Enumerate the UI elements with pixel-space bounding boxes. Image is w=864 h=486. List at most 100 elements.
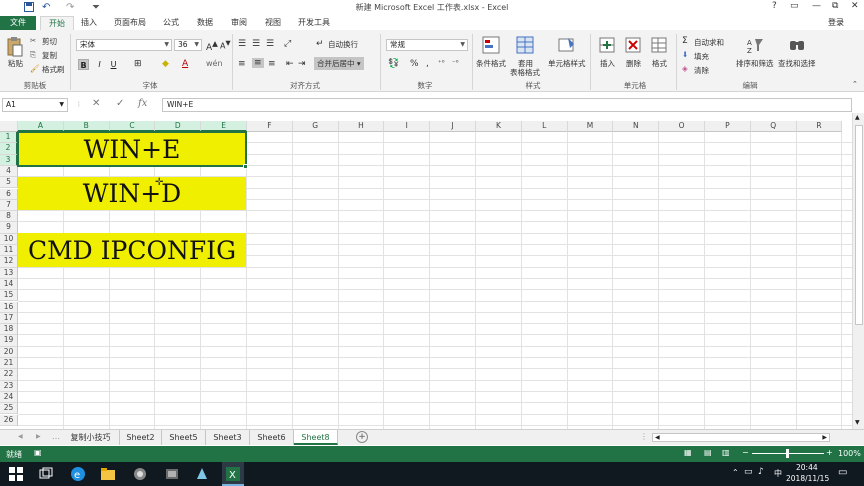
- cut-icon[interactable]: ✂: [30, 36, 36, 45]
- column-header[interactable]: J: [430, 121, 476, 132]
- next-sheet-icon[interactable]: ▶: [36, 433, 41, 440]
- name-box[interactable]: A1 ▼: [2, 98, 68, 112]
- row-header[interactable]: 24: [0, 391, 18, 404]
- align-center-icon[interactable]: ≡: [252, 58, 264, 68]
- task-view-icon[interactable]: [38, 466, 54, 482]
- column-header[interactable]: L: [521, 121, 568, 132]
- currency-icon[interactable]: 💱: [388, 59, 399, 69]
- orientation-icon[interactable]: ⤢: [284, 39, 291, 49]
- delete-cells-icon[interactable]: [624, 36, 642, 54]
- bold-button[interactable]: B: [78, 59, 89, 70]
- copy-icon[interactable]: ⎘: [30, 50, 36, 60]
- percent-button[interactable]: %: [410, 59, 419, 69]
- column-header[interactable]: M: [567, 121, 614, 132]
- clock-date[interactable]: 2018/11/15: [786, 474, 829, 483]
- delete-button[interactable]: 删除: [626, 58, 641, 69]
- sheet-tab[interactable]: Sheet6: [250, 430, 294, 445]
- row-header[interactable]: 12: [0, 256, 18, 268]
- table-format-button-line2[interactable]: 表格格式: [510, 67, 540, 78]
- row-header[interactable]: 14: [0, 278, 18, 291]
- splitter-icon[interactable]: ⋮: [640, 432, 648, 441]
- restore-button[interactable]: ⧉: [832, 1, 838, 11]
- scroll-right-icon[interactable]: ▶: [822, 434, 827, 441]
- sheet-tab[interactable]: 复制小技巧: [62, 430, 120, 445]
- cell-cmd-ipconfig[interactable]: CMD IPCONFIG: [18, 234, 246, 267]
- sort-filter-icon[interactable]: AZ: [746, 36, 764, 55]
- merge-center-button[interactable]: 合并后居中 ▾: [314, 57, 364, 70]
- column-header[interactable]: P: [705, 121, 751, 132]
- insert-function-button[interactable]: fx: [138, 98, 147, 109]
- comma-button[interactable]: ,: [426, 59, 429, 69]
- column-header[interactable]: N: [613, 121, 660, 132]
- conditional-format-button[interactable]: 条件格式: [476, 58, 506, 69]
- help-button[interactable]: ?: [772, 1, 777, 11]
- increase-indent-icon[interactable]: ⇥: [298, 59, 306, 69]
- table-format-icon[interactable]: [516, 36, 534, 54]
- row-header[interactable]: 8: [0, 211, 18, 223]
- column-header[interactable]: G: [292, 121, 339, 132]
- horizontal-scrollbar[interactable]: ◀ ▶: [652, 433, 830, 442]
- format-button[interactable]: 格式: [652, 58, 667, 69]
- network-icon[interactable]: ▭: [744, 467, 753, 477]
- add-sheet-button[interactable]: +: [356, 431, 368, 443]
- row-header[interactable]: 20: [0, 346, 18, 358]
- column-header[interactable]: K: [476, 121, 522, 132]
- decrease-indent-icon[interactable]: ⇤: [286, 59, 294, 69]
- align-bottom-icon[interactable]: ☰: [266, 39, 274, 49]
- column-header[interactable]: F: [247, 121, 293, 132]
- scroll-left-icon[interactable]: ◀: [655, 434, 660, 441]
- prev-sheet-icon[interactable]: ◀: [18, 433, 23, 440]
- tray-up-icon[interactable]: ⌃: [732, 468, 739, 477]
- row-header[interactable]: 6: [0, 188, 18, 200]
- sort-filter-button[interactable]: 排序和筛选: [736, 58, 774, 69]
- row-header[interactable]: 25: [0, 403, 18, 415]
- paste-icon[interactable]: [6, 36, 24, 57]
- row-header[interactable]: 5: [0, 177, 18, 189]
- zoom-level[interactable]: 100%: [838, 449, 861, 458]
- tab-data[interactable]: 数据: [192, 16, 218, 30]
- row-header[interactable]: 3: [0, 154, 18, 166]
- tab-formulas[interactable]: 公式: [158, 16, 184, 30]
- shrink-font-icon[interactable]: A▼: [220, 39, 231, 51]
- windows-start-icon[interactable]: [8, 466, 24, 482]
- format-painter-button[interactable]: 格式刷: [42, 64, 65, 75]
- normal-view-icon[interactable]: ▦: [684, 448, 692, 457]
- tab-insert[interactable]: 插入: [76, 16, 102, 30]
- notification-icon[interactable]: ▭: [838, 467, 847, 478]
- row-header[interactable]: 17: [0, 312, 18, 325]
- sheet-tab[interactable]: Sheet2: [120, 430, 162, 445]
- format-painter-icon[interactable]: 🖌: [30, 64, 40, 73]
- edge-browser-icon[interactable]: e: [70, 466, 86, 482]
- row-header[interactable]: 1: [0, 132, 18, 144]
- insert-button[interactable]: 插入: [600, 58, 615, 69]
- macro-record-icon[interactable]: ▣: [34, 448, 42, 457]
- row-header[interactable]: 10: [0, 233, 18, 245]
- sheet-tab[interactable]: Sheet3: [206, 430, 250, 445]
- insert-cells-icon[interactable]: [598, 36, 616, 54]
- clear-button[interactable]: 清除: [694, 65, 709, 76]
- font-color-icon[interactable]: A: [182, 59, 188, 69]
- grow-font-icon[interactable]: A▲: [206, 39, 218, 53]
- conditional-format-icon[interactable]: [482, 36, 500, 54]
- app-icon[interactable]: [132, 466, 148, 482]
- paste-button[interactable]: 粘贴: [8, 58, 23, 69]
- app-icon[interactable]: [164, 466, 180, 482]
- fill-color-icon[interactable]: ◆: [162, 59, 169, 69]
- formula-input[interactable]: WIN+E: [162, 98, 852, 112]
- fill-button[interactable]: 填充: [694, 51, 709, 62]
- zoom-slider-thumb[interactable]: [786, 449, 789, 458]
- row-header[interactable]: 4: [0, 165, 18, 178]
- cell-style-button[interactable]: 单元格样式: [548, 58, 586, 69]
- clear-icon[interactable]: ◈: [682, 64, 688, 73]
- row-header[interactable]: 19: [0, 335, 18, 347]
- wrap-text-button[interactable]: 自动换行: [328, 39, 358, 50]
- tab-view[interactable]: 视图: [260, 16, 286, 30]
- select-all-corner[interactable]: [0, 121, 18, 132]
- file-explorer-icon[interactable]: [100, 466, 116, 482]
- find-select-button[interactable]: 查找和选择: [778, 58, 816, 69]
- scroll-down-icon[interactable]: ▼: [855, 419, 860, 426]
- tab-home[interactable]: 开始: [40, 16, 74, 30]
- sheet-tab-active[interactable]: Sheet8: [294, 430, 338, 445]
- minimize-button[interactable]: —: [812, 1, 821, 11]
- decrease-decimal-icon[interactable]: ⁻⁰: [452, 59, 459, 67]
